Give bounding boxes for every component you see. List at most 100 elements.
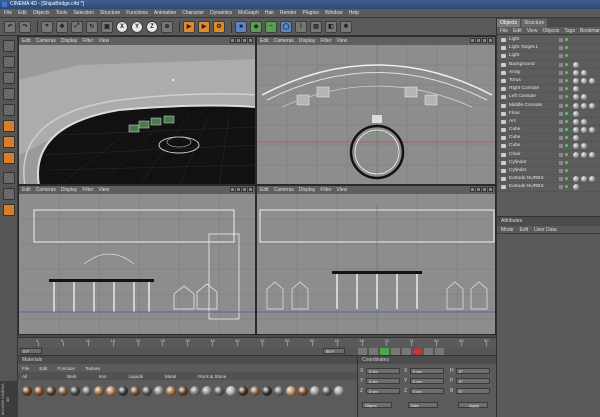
enabled-check-icon[interactable] (565, 160, 568, 164)
visibility-toggle[interactable] (559, 62, 563, 67)
apply-button[interactable]: Apply (458, 402, 488, 408)
menu-item[interactable]: Dynamics (210, 10, 232, 16)
tab-attributes[interactable]: Attributes (497, 217, 600, 226)
materials-menu-item[interactable]: Edit (39, 366, 47, 371)
enabled-check-icon[interactable] (565, 87, 568, 91)
light-icon[interactable]: ✹ (340, 20, 352, 33)
object-mode-icon[interactable] (3, 72, 15, 84)
menu-item[interactable]: Help (349, 10, 359, 16)
tab-structure[interactable]: Structure (520, 19, 548, 27)
maximize-icon[interactable] (488, 187, 493, 192)
material-swatch[interactable] (250, 386, 260, 396)
object-row[interactable]: Cube (497, 134, 600, 143)
material-swatch[interactable] (190, 386, 200, 396)
material-tag-icon[interactable] (581, 118, 587, 125)
coordinate-field[interactable]: 0 cm (410, 378, 444, 384)
orbit-icon[interactable] (482, 38, 487, 43)
object-row[interactable]: Light.Target.1 (497, 44, 600, 53)
material-tag-icon[interactable] (589, 151, 595, 158)
material-category-tab[interactable]: All (22, 374, 27, 379)
pan-icon[interactable] (470, 187, 475, 192)
visibility-toggle[interactable] (559, 144, 563, 149)
material-swatch[interactable] (142, 386, 152, 396)
object-menu-item[interactable]: Objects (542, 28, 559, 34)
material-tag-icon[interactable] (581, 102, 587, 109)
object-row[interactable]: Cube (497, 126, 600, 135)
material-tag-icon[interactable] (581, 69, 587, 76)
scale-icon[interactable]: ⤢ (71, 20, 83, 33)
visibility-toggle[interactable] (559, 87, 563, 92)
enabled-check-icon[interactable] (565, 46, 568, 50)
visibility-toggle[interactable] (559, 128, 563, 133)
undo-icon[interactable]: ↶ (4, 20, 16, 33)
last-tool-icon[interactable]: ▣ (101, 20, 113, 33)
maximize-icon[interactable] (488, 38, 493, 43)
subdivision-icon[interactable]: ◆ (250, 20, 262, 33)
object-row[interactable]: Floor (497, 110, 600, 118)
material-tag-icon[interactable] (581, 94, 587, 101)
goto-end-icon[interactable] (402, 348, 411, 355)
maximize-icon[interactable] (248, 187, 253, 192)
viewport-perspective[interactable]: Edit Cameras Display Filter View Perspec… (18, 36, 256, 185)
viewport-menu-display[interactable]: Display (61, 38, 77, 44)
viewport-menu-edit[interactable]: Edit (260, 187, 269, 193)
menu-item[interactable]: Animation (154, 10, 176, 16)
enabled-check-icon[interactable] (565, 152, 568, 156)
visibility-toggle[interactable] (559, 177, 563, 182)
enable-axis-icon[interactable] (3, 172, 15, 184)
zoom-icon[interactable] (476, 187, 481, 192)
object-row[interactable]: Right Console (497, 85, 600, 94)
orbit-icon[interactable] (482, 187, 487, 192)
material-category-tab[interactable]: Liquids (128, 374, 143, 379)
visibility-toggle[interactable] (559, 95, 563, 100)
viewport-menu-cameras[interactable]: Cameras (274, 38, 294, 44)
menu-item[interactable]: Functions (126, 10, 148, 16)
live-select-icon[interactable]: ⌖ (41, 20, 53, 33)
material-swatch[interactable] (118, 386, 128, 396)
viewport-menu-view[interactable]: View (98, 38, 109, 44)
enabled-check-icon[interactable] (565, 169, 568, 172)
visibility-toggle[interactable] (559, 46, 563, 51)
enabled-check-icon[interactable] (565, 177, 568, 181)
menu-item[interactable]: Structure (100, 10, 120, 16)
object-menu-item[interactable]: Tags (564, 28, 575, 34)
deformer-icon[interactable]: ⌇ (295, 20, 307, 33)
tab-objects[interactable]: Objects (497, 19, 520, 27)
coordinate-field[interactable]: 0 cm (366, 378, 400, 384)
material-tag-icon[interactable] (573, 184, 579, 191)
redo-icon[interactable]: ↷ (19, 20, 31, 33)
orbit-icon[interactable] (242, 187, 247, 192)
enabled-check-icon[interactable] (565, 38, 568, 41)
viewport-menu-display[interactable]: Display (299, 38, 315, 44)
attributes-menu-user-data[interactable]: User Data (534, 227, 557, 233)
object-row[interactable]: Extrude NURBS (497, 183, 600, 192)
material-tag-icon[interactable] (573, 135, 579, 142)
mode-select[interactable]: Object (362, 402, 392, 408)
object-menu-item[interactable]: View (527, 28, 538, 34)
viewport-menu-view[interactable]: View (336, 187, 347, 193)
material-swatch[interactable] (166, 386, 176, 396)
tweak-icon[interactable] (3, 188, 15, 200)
viewport-menu-cameras[interactable]: Cameras (274, 187, 294, 193)
material-tag-icon[interactable] (581, 77, 587, 84)
material-swatch[interactable] (70, 386, 80, 396)
object-row[interactable]: Cylinder (497, 159, 600, 167)
coordinate-field[interactable]: 0° (456, 368, 490, 374)
material-swatch[interactable] (58, 386, 68, 396)
visibility-toggle[interactable] (559, 152, 563, 157)
viewport-menu-edit[interactable]: Edit (22, 187, 31, 193)
material-tag-icon[interactable] (581, 127, 587, 134)
y-axis-button[interactable]: Y (131, 20, 143, 33)
object-menu-item[interactable]: File (500, 28, 508, 34)
visibility-toggle[interactable] (559, 119, 563, 124)
material-tag-icon[interactable] (573, 94, 579, 101)
material-category-tab[interactable]: Metal (165, 374, 176, 379)
material-tag-icon[interactable] (589, 176, 595, 183)
viewport-menu-edit[interactable]: Edit (260, 38, 269, 44)
edges-mode-icon[interactable] (3, 136, 15, 148)
x-axis-button[interactable]: X (116, 20, 128, 33)
visibility-toggle[interactable] (559, 111, 563, 116)
visibility-toggle[interactable] (559, 38, 563, 42)
pan-icon[interactable] (230, 38, 235, 43)
material-swatch[interactable] (22, 386, 32, 396)
